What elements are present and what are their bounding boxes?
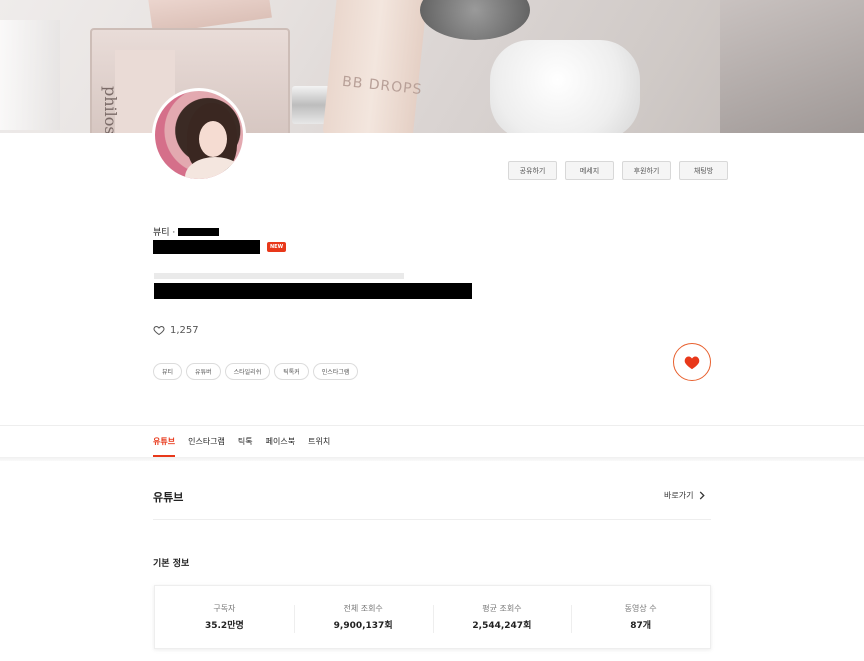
stat-label: 전체 조회수 — [343, 604, 383, 613]
tag-beauty[interactable]: 뷰티 — [153, 363, 183, 380]
avatar-face — [199, 121, 227, 157]
cover-jar — [490, 40, 640, 133]
stat-value: 87개 — [630, 621, 652, 631]
redacted-name — [153, 240, 260, 254]
goto-link[interactable]: 바로가기 — [664, 490, 706, 501]
tab-tiktok[interactable]: 틱톡 — [238, 436, 253, 457]
section-divider — [153, 519, 711, 520]
stat-label: 구독자 — [213, 604, 236, 613]
redacted-category — [178, 227, 220, 236]
tab-instagram[interactable]: 인스타그램 — [188, 436, 225, 457]
stat-total-views: 전체 조회수 9,900,137회 — [293, 603, 433, 633]
stat-label: 동영상 수 — [624, 604, 657, 613]
profile-category: 뷰티 · — [153, 225, 220, 238]
tag-tiktoker[interactable]: 틱톡커 — [274, 363, 309, 380]
chatroom-button[interactable]: 채팅방 — [679, 161, 728, 180]
stat-value: 2,544,247회 — [472, 621, 532, 631]
tabs-divider-bottom — [0, 457, 864, 461]
basic-info-title: 기본 정보 — [153, 559, 190, 569]
favorite-button[interactable] — [673, 343, 711, 381]
category-label: 뷰티 · — [153, 228, 176, 238]
new-badge: NEW — [267, 242, 287, 252]
tag-youtuber[interactable]: 유튜버 — [186, 363, 221, 380]
tabs-divider-top — [0, 425, 864, 426]
heart-filled-icon — [684, 356, 700, 369]
heart-outline-icon — [153, 325, 165, 336]
stat-average-views: 평균 조회수 2,544,247회 — [432, 603, 572, 633]
stat-value: 35.2만명 — [204, 621, 244, 631]
cover-bb-tube — [322, 0, 428, 133]
tab-twitch[interactable]: 트위치 — [308, 436, 330, 457]
likes-count: 1,257 — [153, 324, 199, 336]
cover-drape — [720, 0, 864, 133]
stat-value: 9,900,137회 — [333, 621, 393, 631]
stat-label: 평균 조회수 — [482, 604, 522, 613]
stat-subscribers: 구독자 35.2만명 — [155, 603, 294, 631]
tab-youtube[interactable]: 유튜브 — [153, 436, 176, 457]
stats-card: 구독자 35.2만명 전체 조회수 9,900,137회 평균 조회수 2,54… — [154, 585, 711, 649]
profile-name-row: NEW — [153, 240, 287, 254]
goto-label: 바로가기 — [664, 491, 694, 500]
cover-image: philosophy BB DROPS — [0, 0, 864, 133]
stat-video-count: 동영상 수 87개 — [571, 603, 710, 633]
section-title: 유튜브 — [153, 491, 184, 504]
cover-lid — [420, 0, 530, 40]
chevron-right-icon — [700, 491, 706, 500]
platform-tabs: 유튜브 인스타그램 틱톡 페이스북 트위치 — [153, 436, 330, 457]
tag-list: 뷰티 유튜버 스타일리쉬 틱톡커 인스타그램 — [153, 363, 359, 380]
donate-button[interactable]: 후원하기 — [622, 161, 671, 180]
redacted-description — [154, 283, 472, 299]
avatar — [152, 88, 246, 182]
profile-description — [154, 273, 472, 299]
message-button[interactable]: 메세지 — [565, 161, 614, 180]
tab-facebook[interactable]: 페이스북 — [266, 436, 295, 457]
share-button[interactable]: 공유하기 — [508, 161, 557, 180]
profile-actions: 공유하기 메세지 후원하기 채팅방 — [508, 161, 728, 180]
cover-bottle-text: philosophy — [101, 86, 120, 133]
cover-glass — [0, 20, 60, 130]
tag-instagram[interactable]: 인스타그램 — [312, 363, 359, 380]
description-line-1 — [154, 273, 404, 279]
tag-stylish[interactable]: 스타일리쉬 — [224, 363, 271, 380]
likes-value: 1,257 — [170, 324, 199, 336]
